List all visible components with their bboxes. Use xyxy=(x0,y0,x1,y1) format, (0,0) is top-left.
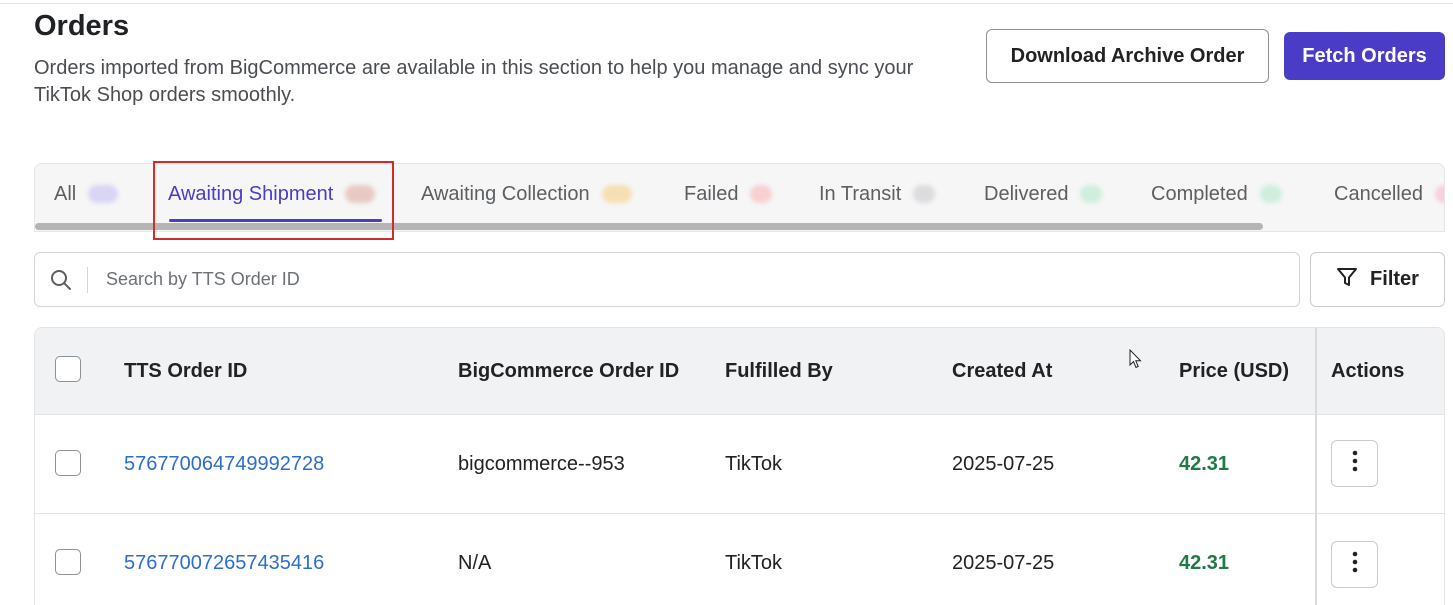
tab-awaiting-collection[interactable]: Awaiting Collection xyxy=(421,164,632,224)
filter-icon xyxy=(1336,266,1358,294)
tab-delivered[interactable]: Delivered xyxy=(984,164,1103,224)
search-icon xyxy=(35,269,87,291)
tab-label: In Transit xyxy=(819,182,902,205)
column-header[interactable]: BigCommerce Order ID xyxy=(458,328,679,415)
tab-failed[interactable]: Failed xyxy=(684,164,773,224)
column-header[interactable]: Fulfilled By xyxy=(725,328,833,415)
search-input[interactable] xyxy=(88,253,1299,306)
fetch-orders-button[interactable]: Fetch Orders xyxy=(1284,32,1445,80)
page-title: Orders xyxy=(34,10,130,42)
table-row: 576770072657435416 N/A TikTok 2025-07-25… xyxy=(35,514,1444,605)
column-header[interactable]: TTS Order ID xyxy=(124,328,247,415)
tab-label: Delivered xyxy=(984,182,1069,205)
search-bar xyxy=(34,252,1300,307)
count-badge xyxy=(1259,185,1282,203)
row-checkbox[interactable] xyxy=(55,450,81,476)
tab-awaiting-shipment[interactable]: Awaiting Shipment xyxy=(168,164,376,224)
count-badge xyxy=(1434,185,1444,203)
count-badge xyxy=(345,185,376,203)
tab-label: All xyxy=(54,182,77,205)
more-vertical-icon xyxy=(1352,450,1358,477)
row-actions-button[interactable] xyxy=(1331,440,1378,487)
created-at: 2025-07-25 xyxy=(952,552,1055,574)
page-description: Orders imported from BigCommerce are ava… xyxy=(34,57,914,106)
count-badge xyxy=(750,185,773,203)
fulfilled-by: TikTok xyxy=(725,453,783,475)
tab-all[interactable]: All xyxy=(54,164,119,224)
filter-button[interactable]: Filter xyxy=(1310,252,1445,307)
filter-label: Filter xyxy=(1370,268,1419,290)
tab-label: Failed xyxy=(684,182,739,205)
mouse-pointer-icon xyxy=(1129,348,1143,374)
tab-in-transit[interactable]: In Transit xyxy=(819,164,936,224)
top-divider xyxy=(0,3,1453,4)
fulfilled-by: TikTok xyxy=(725,552,783,574)
price: 42.31 xyxy=(1179,552,1230,574)
tab-cancelled[interactable]: Cancelled xyxy=(1334,164,1444,224)
table-header: TTS Order ID BigCommerce Order ID Fulfil… xyxy=(35,328,1444,415)
tts-order-id-link[interactable]: 576770064749992728 xyxy=(124,415,324,514)
tab-label: Completed xyxy=(1151,182,1248,205)
column-header[interactable]: Price (USD) xyxy=(1179,328,1289,415)
count-badge xyxy=(88,185,119,203)
price: 42.31 xyxy=(1179,453,1230,475)
count-badge xyxy=(913,185,936,203)
orders-table: TTS Order ID BigCommerce Order ID Fulfil… xyxy=(34,327,1445,605)
bigcommerce-order-id: N/A xyxy=(458,552,492,574)
tts-order-id-link[interactable]: 576770072657435416 xyxy=(124,514,324,605)
status-tabs: All Awaiting Shipment Awaiting Collectio… xyxy=(34,163,1445,232)
count-badge xyxy=(1080,185,1103,203)
tab-label: Cancelled xyxy=(1334,182,1423,205)
tab-label: Awaiting Shipment xyxy=(168,182,334,205)
tab-label: Awaiting Collection xyxy=(421,182,590,205)
more-vertical-icon xyxy=(1352,551,1358,578)
download-archive-order-button[interactable]: Download Archive Order xyxy=(986,29,1269,83)
bigcommerce-order-id: bigcommerce--953 xyxy=(458,453,625,475)
count-badge xyxy=(601,185,632,203)
tab-completed[interactable]: Completed xyxy=(1151,164,1282,224)
created-at: 2025-07-25 xyxy=(952,453,1055,475)
row-checkbox[interactable] xyxy=(55,549,81,575)
tabs-scrollbar[interactable] xyxy=(35,223,1263,230)
table-row: 576770064749992728 bigcommerce--953 TikT… xyxy=(35,415,1444,514)
column-header[interactable]: Created At xyxy=(952,328,1052,415)
select-all-checkbox[interactable] xyxy=(55,356,81,382)
active-tab-indicator xyxy=(169,219,382,222)
row-actions-button[interactable] xyxy=(1331,541,1378,588)
